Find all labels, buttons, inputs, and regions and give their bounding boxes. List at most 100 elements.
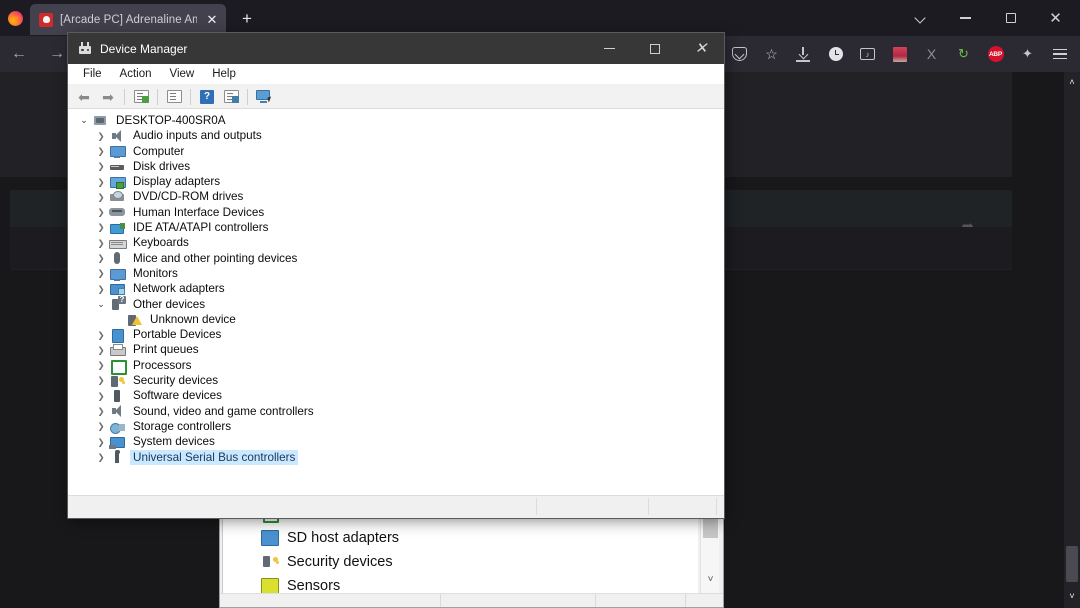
monitor-icon[interactable] xyxy=(253,86,275,107)
tree-node-label: Monitors xyxy=(133,266,178,280)
adblock-plus-icon[interactable]: ABP xyxy=(980,39,1011,70)
chevron-right-icon[interactable]: ❯ xyxy=(93,254,109,263)
tree-node[interactable]: Unknown device xyxy=(68,312,724,327)
downloads-icon[interactable] xyxy=(788,39,819,70)
menu-view[interactable]: View xyxy=(161,64,204,85)
chevron-right-icon[interactable]: ❯ xyxy=(93,376,109,385)
background-status-bar xyxy=(220,593,723,607)
chevron-down-icon[interactable]: ⌄ xyxy=(76,116,92,125)
list-all-tabs-chevron-down-icon[interactable] xyxy=(898,1,943,35)
page-scrollbar[interactable]: ˄ ˅ xyxy=(1064,72,1080,608)
tree-node[interactable]: ❯ Portable Devices xyxy=(68,327,724,343)
tree-node[interactable]: ❯ DVD/CD-ROM drives xyxy=(68,189,724,204)
tree-node[interactable]: ❯ Network adapters xyxy=(68,281,724,296)
tree-node[interactable]: ❯ Display adapters xyxy=(68,174,724,189)
close-icon[interactable]: ✕ xyxy=(204,12,220,28)
background-scrollbar-thumb[interactable] xyxy=(703,518,718,538)
tree-node[interactable]: ⌄ Other devices xyxy=(68,296,724,312)
tree-node[interactable]: ❯ Mice and other pointing devices xyxy=(68,251,724,266)
dm-minimize-button[interactable] xyxy=(586,33,632,64)
history-clock-icon[interactable] xyxy=(820,39,851,70)
tree-node[interactable]: ❯ Computer xyxy=(68,144,724,159)
new-tab-button[interactable]: + xyxy=(232,4,262,34)
menu-file[interactable]: File xyxy=(74,64,111,85)
background-scrollbar[interactable]: ˅ xyxy=(700,514,719,593)
background-scroll-down-icon[interactable]: ˅ xyxy=(701,573,720,587)
tree-node[interactable]: ❯ Software devices xyxy=(68,388,724,403)
bookmark-star-icon[interactable]: ☆ xyxy=(756,39,787,70)
tree-node[interactable]: ❯ Storage controllers xyxy=(68,419,724,434)
device-manager-titlebar[interactable]: Device Manager ✕ xyxy=(68,33,724,64)
tree-node[interactable]: ❯ Security devices xyxy=(68,373,724,388)
tree-node[interactable]: ❯ Universal Serial Bus controllers xyxy=(68,449,724,465)
tree-node[interactable]: ❯ Disk drives xyxy=(68,159,724,174)
app-menu-icon[interactable] xyxy=(1044,39,1075,70)
list-item[interactable]: Sensors xyxy=(223,574,698,593)
chevron-right-icon[interactable]: ❯ xyxy=(93,162,109,171)
proc-icon xyxy=(109,358,127,376)
chevron-right-icon[interactable]: ❯ xyxy=(93,178,109,187)
menu-help[interactable]: Help xyxy=(203,64,245,85)
pocket-icon[interactable] xyxy=(724,39,755,70)
scroll-down-icon[interactable]: ˅ xyxy=(1064,588,1080,604)
chevron-right-icon[interactable]: ❯ xyxy=(93,361,109,370)
help-icon[interactable]: ? xyxy=(196,86,218,107)
scan-for-hardware-changes-icon[interactable] xyxy=(220,86,242,107)
tree-node[interactable]: ❯ Processors xyxy=(68,358,724,376)
chevron-down-icon[interactable]: ⌄ xyxy=(93,299,109,309)
portable-icon xyxy=(109,328,125,343)
scrollbar-thumb[interactable] xyxy=(1066,546,1078,582)
toolbar-forward-button[interactable]: ➡ xyxy=(97,86,119,107)
scroll-up-icon[interactable]: ˄ xyxy=(1064,74,1080,90)
tree-node[interactable]: ❯ System devices xyxy=(68,434,724,449)
back-arrow-icon[interactable]: ← xyxy=(0,38,38,70)
x-extension-icon[interactable]: X xyxy=(916,39,947,70)
toolbar-back-button[interactable]: ⬅ xyxy=(73,86,95,107)
chevron-right-icon[interactable]: ❯ xyxy=(93,285,109,294)
extension-red-icon[interactable] xyxy=(884,39,915,70)
tree-node[interactable]: ❯ Monitors xyxy=(68,266,724,281)
chevron-right-icon[interactable]: ❯ xyxy=(93,239,109,248)
chevron-right-icon[interactable]: ❯ xyxy=(93,346,109,355)
dm-maximize-button[interactable] xyxy=(632,33,678,64)
update-driver-icon[interactable] xyxy=(163,86,185,107)
chevron-right-icon[interactable]: ❯ xyxy=(93,422,109,431)
device-manager-window[interactable]: Device Manager ✕ File Action View Help ⬅… xyxy=(68,33,724,518)
translate-sync-icon[interactable]: ↻ xyxy=(948,39,979,70)
tree-node[interactable]: ❯ IDE ATA/ATAPI controllers xyxy=(68,220,724,235)
close-window-button[interactable]: ✕ xyxy=(1033,1,1078,35)
chevron-right-icon[interactable]: ❯ xyxy=(93,223,109,232)
security-icon xyxy=(109,374,125,388)
chevron-right-icon[interactable]: ❯ xyxy=(93,132,109,141)
chevron-right-icon[interactable]: ❯ xyxy=(93,438,109,447)
chevron-right-icon[interactable]: ❯ xyxy=(93,453,109,462)
list-item[interactable]: Security devices xyxy=(223,550,698,574)
minimize-button[interactable] xyxy=(943,1,988,35)
browser-tab-active[interactable]: [Arcade PC] Adrenaline Amusem ✕ xyxy=(30,4,226,35)
tree-node[interactable]: ❯ Human Interface Devices xyxy=(68,205,724,220)
menu-action[interactable]: Action xyxy=(111,64,161,85)
dm-close-button[interactable]: ✕ xyxy=(678,33,724,64)
tree-node[interactable]: ❯ Print queues xyxy=(68,342,724,357)
background-device-tree[interactable]: Processors SD host adapters Security dev… xyxy=(222,514,698,593)
device-tree[interactable]: ⌄ DESKTOP-400SR0A ❯ Audio inputs and output… xyxy=(68,109,724,495)
tree-node-label: Processors xyxy=(133,358,192,372)
properties-icon[interactable] xyxy=(130,86,152,107)
maximize-button[interactable] xyxy=(988,1,1033,35)
tab-title: [Arcade PC] Adrenaline Amusem xyxy=(60,13,197,26)
chevron-right-icon[interactable]: ❯ xyxy=(93,269,109,278)
chevron-right-icon[interactable]: ❯ xyxy=(93,147,109,156)
extensions-puzzle-icon[interactable]: ✦ xyxy=(1012,39,1043,70)
tree-node[interactable]: ❯ Audio inputs and outputs xyxy=(68,128,724,143)
chevron-right-icon[interactable]: ❯ xyxy=(93,392,109,401)
chevron-right-icon[interactable]: ❯ xyxy=(93,407,109,416)
tree-node[interactable]: ❯ Keyboards xyxy=(68,235,724,250)
printer-icon xyxy=(109,343,126,357)
chevron-right-icon[interactable]: ❯ xyxy=(93,208,109,217)
tree-node[interactable]: ⌄ DESKTOP-400SR0A xyxy=(68,113,724,128)
screenshot-icon[interactable]: ♪ xyxy=(852,39,883,70)
chevron-right-icon[interactable]: ❯ xyxy=(93,193,109,202)
tree-node[interactable]: ❯ Sound, video and game controllers xyxy=(68,404,724,419)
chevron-right-icon[interactable]: ❯ xyxy=(93,331,109,340)
list-item[interactable]: SD host adapters xyxy=(223,526,698,550)
